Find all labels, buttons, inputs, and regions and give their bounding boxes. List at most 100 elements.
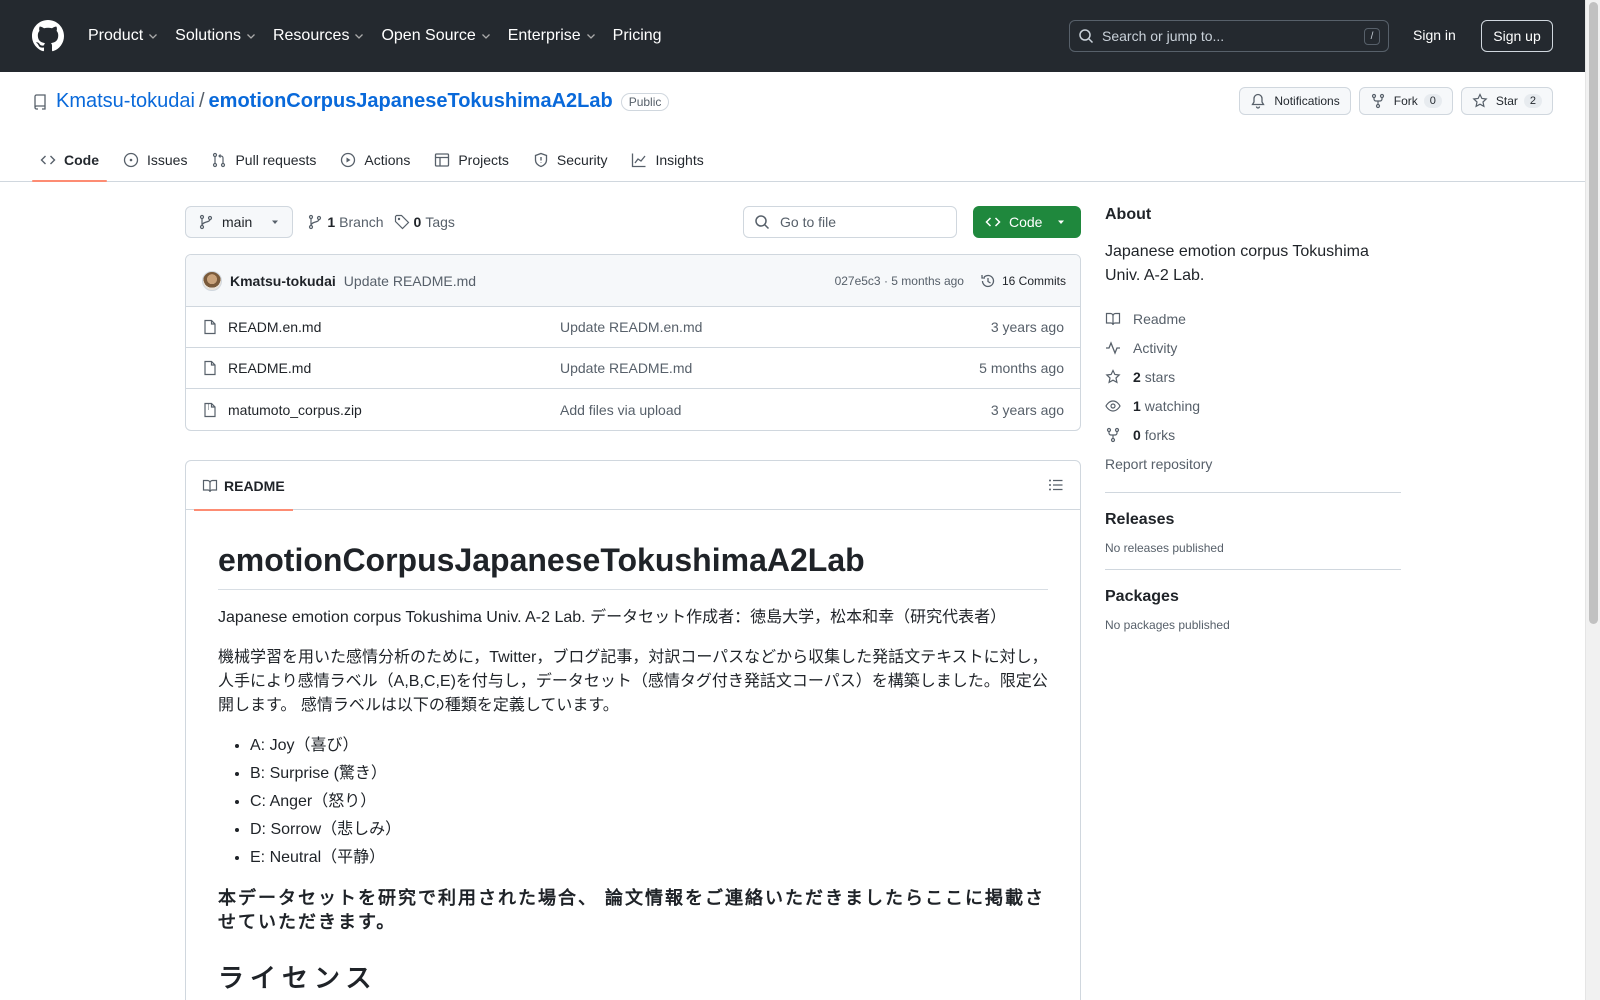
repo-path-separator: / — [198, 90, 205, 112]
scrollbar-thumb[interactable] — [1589, 2, 1598, 624]
readme-license-heading: ライセンス — [218, 963, 378, 993]
book-icon — [202, 478, 218, 494]
file-row[interactable]: README.md Update README.md 5 months ago — [186, 348, 1080, 389]
stars-link[interactable]: 2 stars — [1105, 362, 1401, 391]
search-input[interactable]: Search or jump to... / — [1069, 20, 1389, 52]
about-heading: About — [1105, 206, 1152, 223]
readme-body: emotionCorpusJapaneseTokushimaA2Lab Japa… — [186, 510, 1080, 995]
commit-author-link[interactable]: Kmatsu-tokudai — [230, 273, 336, 289]
file-zip-icon — [202, 402, 218, 418]
list-unordered-icon[interactable] — [1048, 477, 1064, 493]
repo-header: Kmatsu-tokudai / emotionCorpusJapaneseTo… — [0, 72, 1585, 182]
triangle-down-icon — [270, 217, 280, 227]
activity-link[interactable]: Activity — [1105, 333, 1401, 362]
search-icon — [1078, 28, 1094, 44]
list-item: E: Neutral（平静） — [250, 846, 1048, 870]
file-row[interactable]: READM.en.md Update READM.en.md 3 years a… — [186, 307, 1080, 348]
tab-insights[interactable]: Insights — [623, 138, 711, 182]
commit-meta: 027e5c3 · 5 months ago 16 Commits — [835, 273, 1066, 289]
nav-resources[interactable]: Resources — [273, 27, 365, 45]
nav-open-source[interactable]: Open Source — [381, 27, 491, 45]
eye-icon — [1105, 398, 1121, 414]
star-icon — [1105, 368, 1121, 385]
page-scrollbar[interactable] — [1585, 0, 1600, 1000]
tab-actions[interactable]: Actions — [332, 138, 418, 182]
packages-heading[interactable]: Packages — [1105, 588, 1401, 606]
file-name-link[interactable]: READM.en.md — [228, 319, 321, 335]
bell-icon — [1250, 93, 1266, 109]
search-placeholder: Search or jump to... — [1102, 28, 1225, 44]
tab-issues[interactable]: Issues — [115, 138, 195, 182]
sidebar-divider — [1105, 569, 1401, 570]
nav-solutions[interactable]: Solutions — [175, 27, 257, 45]
main-nav: Product Solutions Resources Open Source … — [88, 27, 678, 45]
sign-in-link[interactable]: Sign in — [1413, 27, 1456, 43]
sign-up-button[interactable]: Sign up — [1481, 20, 1553, 52]
file-age: 5 months ago — [979, 360, 1064, 376]
nav-pricing[interactable]: Pricing — [613, 27, 662, 45]
commit-message-link[interactable]: Update README.md — [344, 273, 476, 289]
tab-security[interactable]: Security — [525, 138, 616, 182]
tags-link[interactable]: 0 Tags — [394, 214, 455, 230]
nav-product[interactable]: Product — [88, 27, 159, 45]
report-repository-link[interactable]: Report repository — [1105, 449, 1401, 478]
file-commit-message[interactable]: Add files via upload — [560, 402, 681, 418]
file-name-link[interactable]: README.md — [228, 360, 311, 376]
branch-icon — [307, 214, 323, 230]
table-icon — [434, 152, 450, 168]
code-dropdown-button[interactable]: Code — [973, 206, 1081, 238]
star-count: 2 — [1523, 94, 1542, 108]
pull-request-icon — [211, 152, 227, 168]
chevron-down-icon — [585, 30, 597, 42]
branches-link[interactable]: 1 Branch — [307, 214, 384, 230]
readme-notice-heading: 本データセットを研究で利用された場合、 論文情報をご連絡いただきましたらここに掲… — [218, 888, 1045, 932]
releases-heading[interactable]: Releases — [1105, 511, 1401, 529]
tab-pull-requests[interactable]: Pull requests — [203, 138, 324, 182]
fork-button[interactable]: Fork 0 — [1358, 87, 1453, 115]
tab-projects[interactable]: Projects — [426, 138, 517, 182]
repo-name-link[interactable]: emotionCorpusJapaneseTokushimaA2Lab — [209, 90, 613, 113]
file-icon — [202, 360, 218, 376]
repo-owner-link[interactable]: Kmatsu-tokudai — [56, 90, 195, 113]
branch-selector[interactable]: main — [185, 206, 294, 238]
readme-paragraph: Japanese emotion corpus Tokushima Univ. … — [218, 609, 1007, 626]
avatar[interactable] — [202, 270, 222, 291]
readme-link[interactable]: Readme — [1105, 304, 1401, 333]
notifications-button[interactable]: Notifications — [1239, 87, 1351, 115]
triangle-down-icon — [1056, 217, 1066, 227]
forks-link[interactable]: 0 forks — [1105, 420, 1401, 449]
packages-empty: No packages published — [1105, 618, 1230, 632]
list-item: C: Anger（怒り） — [250, 790, 1048, 814]
file-commit-message[interactable]: Update READM.en.md — [560, 319, 702, 335]
nav-enterprise[interactable]: Enterprise — [508, 27, 597, 45]
repo-actions: Notifications Fork 0 Star 2 — [1231, 87, 1553, 115]
code-icon — [985, 214, 1001, 230]
code-icon — [40, 152, 56, 168]
commits-link[interactable]: 16 Commits — [980, 273, 1066, 289]
tab-code[interactable]: Code — [32, 138, 107, 182]
issue-icon — [123, 152, 139, 168]
fork-icon — [1105, 427, 1121, 443]
github-logo-icon[interactable] — [32, 20, 64, 52]
readme-panel: README emotionCorpusJapaneseTokushimaA2L… — [185, 460, 1081, 1000]
watching-link[interactable]: 1 watching — [1105, 391, 1401, 420]
file-name-link[interactable]: matumoto_corpus.zip — [228, 402, 362, 418]
chevron-down-icon — [147, 30, 159, 42]
repo-icon — [32, 93, 48, 110]
readme-header: README — [186, 461, 1080, 511]
readme-paragraph: 機械学習を用いた感情分析のために，Twitter，ブログ記事，対訳コーパスなどか… — [218, 649, 1048, 714]
fork-count: 0 — [1423, 94, 1442, 108]
repo-tabs: Code Issues Pull requests Actions Projec… — [32, 138, 720, 182]
file-age: 3 years ago — [990, 401, 1064, 418]
play-circle-icon — [340, 152, 356, 168]
file-age: 3 years ago — [990, 319, 1064, 335]
releases-empty: No releases published — [1105, 541, 1224, 555]
go-to-file-input[interactable]: Go to file — [743, 206, 957, 238]
file-commit-message[interactable]: Update README.md — [560, 360, 692, 376]
star-button[interactable]: Star 2 — [1460, 87, 1553, 115]
commit-hash-age[interactable]: 027e5c3 · 5 months ago — [835, 274, 964, 288]
readme-tab[interactable]: README — [194, 461, 293, 511]
chevron-down-icon — [353, 30, 365, 42]
file-row[interactable]: matumoto_corpus.zip Add files via upload… — [186, 389, 1080, 430]
readme-title: emotionCorpusJapaneseTokushimaA2Lab — [218, 542, 1048, 590]
